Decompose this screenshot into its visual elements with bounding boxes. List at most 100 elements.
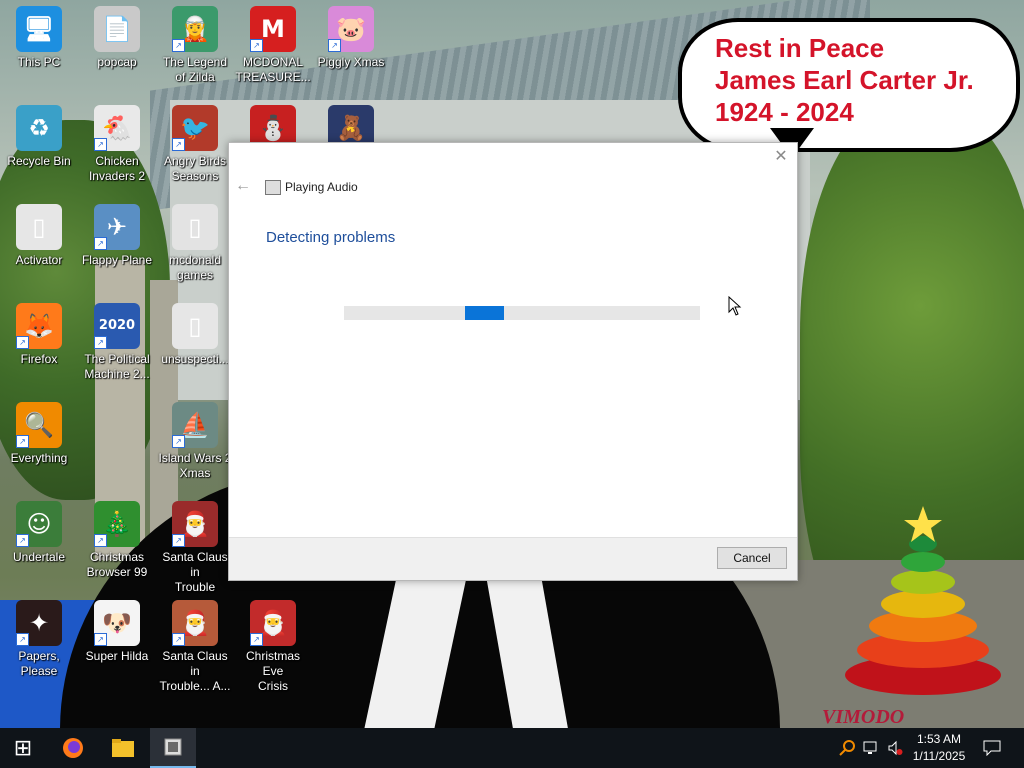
desktop-icon-chicken-invaders-2[interactable]: 🐔 ↗ Chicken Invaders 2 xyxy=(78,105,156,184)
desktop-icon-undertale[interactable]: ☺ ↗ Undertale xyxy=(0,501,78,565)
activator-icon: ▯ xyxy=(16,204,62,250)
taskbar-clock[interactable]: 1:53 AM 1/11/2025 xyxy=(906,731,972,765)
legend-of-zilda-icon: 🧝 ↗ xyxy=(172,6,218,52)
desktop-icon-mcdonald-games[interactable]: ▯ mcdonald games xyxy=(156,204,234,283)
piggly-xmas-icon: 🐷 ↗ xyxy=(328,6,374,52)
close-icon[interactable]: ✕ xyxy=(771,147,791,167)
firefox-icon xyxy=(63,738,83,758)
desktop-icon-label: The Political Machine 2... xyxy=(84,352,150,381)
status-heading: Detecting problems xyxy=(266,229,396,246)
back-arrow-icon[interactable]: ← xyxy=(235,178,251,194)
memorial-line: James Earl Carter Jr. xyxy=(715,65,974,95)
shortcut-arrow-icon: ↗ xyxy=(172,39,185,52)
desktop-icon-label: Christmas Browser 99 xyxy=(86,550,148,579)
memorial-text: Rest in Peace James Earl Carter Jr. 1924… xyxy=(715,32,974,128)
icon-glyph: ▯ xyxy=(188,312,202,340)
icon-glyph: ▯ xyxy=(32,213,46,241)
christmas-tree-decoration xyxy=(845,506,1001,695)
troubleshooter-icon xyxy=(265,180,281,195)
taskbar-file-explorer[interactable] xyxy=(100,728,146,768)
desktop-icon-label: Recycle Bin xyxy=(7,154,71,168)
desktop-icon-label: Papers, Please xyxy=(18,649,60,678)
desktop-icon-island-wars-2-xmas[interactable]: ⛵↗ Island Wars 2 Xmas xyxy=(156,402,234,481)
desktop-icon-label: Everything xyxy=(10,451,68,465)
desktop-icon-label: popcap xyxy=(97,55,137,69)
shortcut-arrow-icon: ↗ xyxy=(328,39,341,52)
progress-bar xyxy=(344,306,700,320)
desktop-icon-flappy-plane[interactable]: ✈ ↗ Flappy Plane xyxy=(78,204,156,268)
search-icon xyxy=(839,740,855,756)
troubleshooter-icon xyxy=(164,738,182,756)
desktop-icon-everything[interactable]: 🔍 ↗ Everything xyxy=(0,402,78,466)
desktop-icon-santa-claus-in-trouble[interactable]: 🎅 ↗ Santa Claus in Trouble xyxy=(156,501,234,595)
shortcut-arrow-icon: ↗ xyxy=(94,237,107,250)
search-tray[interactable] xyxy=(836,728,858,768)
shortcut-arrow-icon: ↗ xyxy=(250,39,263,52)
dialog-footer: Cancel xyxy=(229,537,797,580)
desktop-icon-label: Flappy Plane xyxy=(81,253,153,267)
desktop-icon-mcdonald-treasure[interactable]: M ↗ MCDONAL TREASURE... xyxy=(234,6,312,85)
taskbar-firefox[interactable] xyxy=(50,728,96,768)
network-tray[interactable] xyxy=(860,728,882,768)
icon-glyph: 📄 xyxy=(102,15,132,43)
desktop-icon-unsuspecting[interactable]: ▯ unsuspecti... xyxy=(156,303,234,367)
desktop-icon-label: Firefox xyxy=(20,352,58,366)
mcdonald-treasure-icon: M ↗ xyxy=(250,6,296,52)
shortcut-arrow-icon: ↗ xyxy=(16,633,29,646)
desktop-icon-this-pc[interactable]: 🖥 This PC xyxy=(0,6,78,70)
recycle-bin-icon: ♻ xyxy=(16,105,62,151)
action-center-button[interactable] xyxy=(980,728,1004,768)
desktop-icon-piggly-xmas[interactable]: 🐷 ↗ Piggly Xmas xyxy=(312,6,390,70)
clock-time: 1:53 AM xyxy=(916,732,962,746)
network-icon xyxy=(863,741,877,754)
notification-icon xyxy=(983,740,1001,756)
santa-claus-in-trouble-icon: 🎅 ↗ xyxy=(172,501,218,547)
desktop-icon-label: Piggly Xmas xyxy=(317,55,385,69)
desktop-icon-label: Christmas Eve Crisis xyxy=(245,649,300,693)
icon-glyph: 🖥 xyxy=(23,15,55,43)
super-hilda-icon: 🐶 ↗ xyxy=(94,600,140,646)
clock-date: 1/11/2025 xyxy=(912,749,966,763)
desktop-icon-firefox[interactable]: 🦊 ↗ Firefox xyxy=(0,303,78,367)
mcdonald-games-icon: ▯ xyxy=(172,204,218,250)
volume-tray[interactable] xyxy=(884,728,906,768)
shortcut-arrow-icon: ↗ xyxy=(250,633,263,646)
chicken-invaders-2-icon: 🐔 ↗ xyxy=(94,105,140,151)
desktop-icon-christmas-browser-99[interactable]: 🎄 ↗ Christmas Browser 99 xyxy=(78,501,156,580)
desktop-icon-christmas-eve-crisis[interactable]: 🎅 ↗ Christmas Eve Crisis xyxy=(234,600,312,694)
shortcut-arrow-icon: ↗ xyxy=(172,138,185,151)
shortcut-arrow-icon: ↗ xyxy=(94,336,107,349)
mouse-cursor-icon xyxy=(728,296,742,316)
shortcut-arrow-icon: ↗ xyxy=(94,138,107,151)
desktop-icon-label: Activator xyxy=(15,253,63,267)
taskbar-troubleshooter[interactable] xyxy=(150,728,196,768)
icon-glyph: ▯ xyxy=(188,213,202,241)
troubleshooter-dialog: ✕ ← Playing Audio Detecting problems Can… xyxy=(228,142,798,581)
desktop-icon-label: Chicken Invaders 2 xyxy=(88,154,146,183)
desktop-icon-popcap[interactable]: 📄 popcap xyxy=(78,6,156,70)
popcap-icon: 📄 xyxy=(94,6,140,52)
file-explorer-icon xyxy=(112,739,134,757)
icon-glyph: ♻ xyxy=(28,114,50,142)
desktop-icon-super-hilda[interactable]: 🐶 ↗ Super Hilda xyxy=(78,600,156,664)
desktop-icon-political-machine[interactable]: 2020 ↗ The Political Machine 2... xyxy=(78,303,156,382)
desktop-icon-santa-claus-in-trouble-a[interactable]: 🎅 ↗ Santa Claus in Trouble... A... xyxy=(156,600,234,694)
shortcut-arrow-icon: ↗ xyxy=(172,435,185,448)
desktop-icon-papers-please[interactable]: ✦ ↗ Papers, Please xyxy=(0,600,78,679)
desktop-icon-recycle-bin[interactable]: ♻ Recycle Bin xyxy=(0,105,78,169)
desktop-icon-angry-birds-seasons[interactable]: 🐦 ↗ Angry Birds Seasons xyxy=(156,105,234,184)
this-pc-icon: 🖥 xyxy=(16,6,62,52)
desktop-icon-label: This PC xyxy=(17,55,61,69)
undertale-icon: ☺ ↗ xyxy=(16,501,62,547)
firefox-icon: 🦊 ↗ xyxy=(16,303,62,349)
cancel-button[interactable]: Cancel xyxy=(717,547,787,569)
desktop-icon-legend-of-zilda[interactable]: 🧝 ↗ The Legend of Zilda xyxy=(156,6,234,85)
island-wars-2-xmas-icon: ⛵ ↗ xyxy=(172,402,218,448)
desktop-icon-label: Angry Birds Seasons xyxy=(163,154,227,183)
shortcut-arrow-icon: ↗ xyxy=(16,435,29,448)
angry-birds-seasons-icon: 🐦 ↗ xyxy=(172,105,218,151)
papers-please-icon: ✦ ↗ xyxy=(16,600,62,646)
unsuspecting-icon: ▯ xyxy=(172,303,218,349)
start-button[interactable]: ⊞ xyxy=(0,728,46,768)
desktop-icon-activator[interactable]: ▯ Activator xyxy=(0,204,78,268)
